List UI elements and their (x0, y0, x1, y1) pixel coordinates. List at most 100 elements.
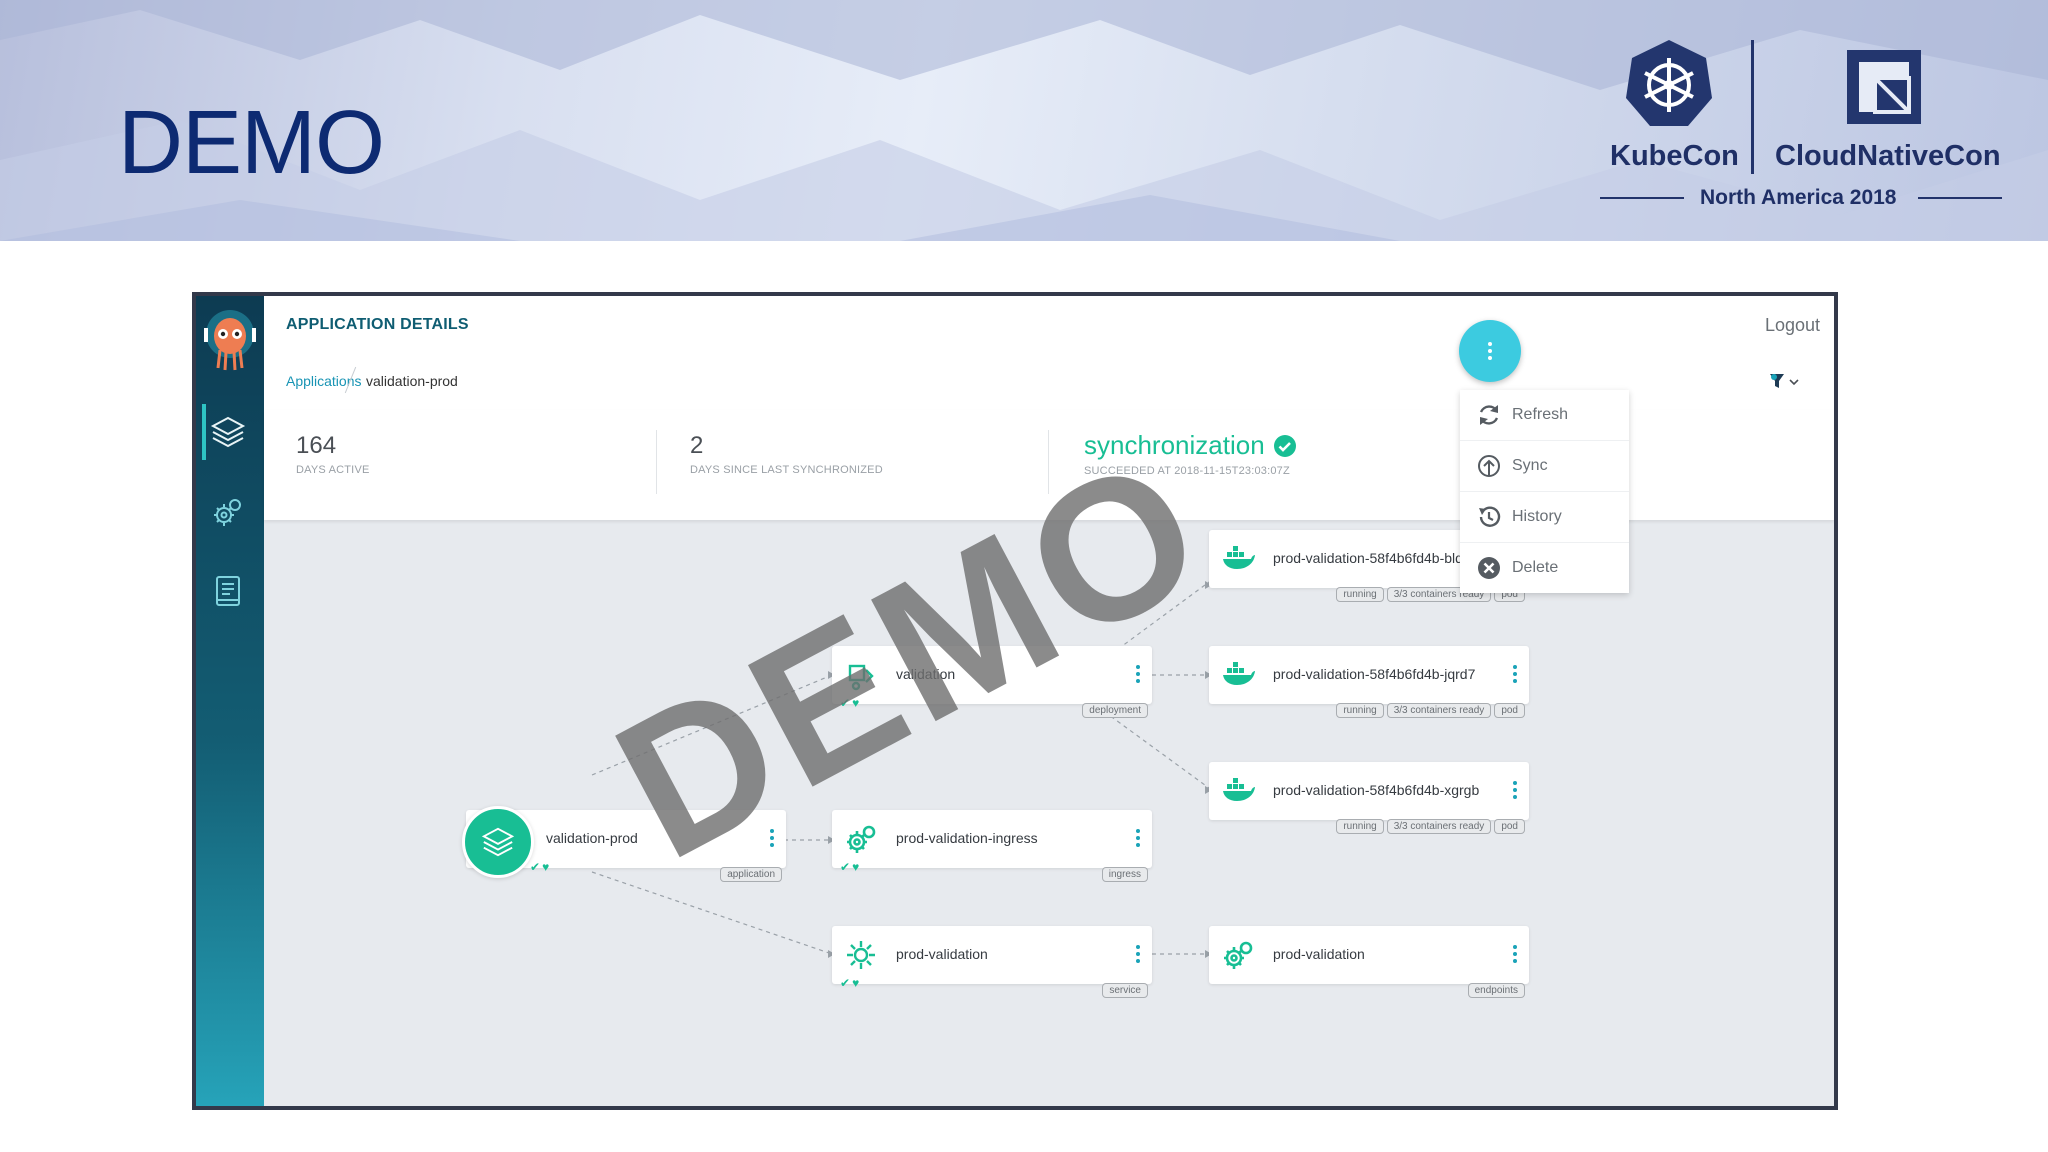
sync-icon (1478, 455, 1500, 477)
graph-node-deployment[interactable]: validation ✔ ♥ deployment (832, 646, 1152, 718)
sync-status-title: synchronization (1084, 430, 1265, 460)
menu-item-delete[interactable]: Delete (1460, 543, 1629, 593)
slide-header: DEMO KubeCon CloudNativeCon North Americ… (0, 0, 2048, 241)
healthy-heart-icon: ♥ (852, 976, 860, 990)
actions-menu: Refresh Sync History Delete (1460, 390, 1629, 593)
sidebar (196, 296, 264, 1106)
service-icon (847, 941, 875, 969)
node-menu-button[interactable] (1513, 665, 1517, 686)
cncf-logo (1847, 50, 1921, 124)
resource-graph: validation-prod ✔ ♥ application validatio… (264, 520, 1834, 1106)
filter-icon (1770, 374, 1799, 388)
synced-check-icon: ✔ (840, 696, 851, 710)
graph-node-pod[interactable]: prod-validation-58f4b6fd4b-jqrd7 running… (1209, 646, 1529, 718)
kubecon-wordmark: KubeCon (1610, 140, 1739, 172)
synced-check-icon: ✔ (840, 976, 851, 990)
sidebar-item-applications[interactable] (208, 412, 248, 452)
region-rule-left (1600, 197, 1684, 199)
health-status-icons: ✔ ♥ (840, 696, 859, 710)
cloudnativecon-wordmark: CloudNativeCon (1775, 140, 2001, 172)
node-tag: running (1336, 703, 1384, 718)
refresh-icon (1479, 405, 1499, 425)
slide-title: DEMO (118, 93, 385, 193)
graph-node-endpoints[interactable]: prod-validation endpoints (1209, 926, 1529, 998)
node-tag: pod (1494, 703, 1525, 718)
node-label: prod-validation (896, 946, 988, 962)
history-icon (1479, 506, 1501, 527)
node-label: prod-validation (1273, 946, 1365, 962)
stat-days-active-caption: DAYS ACTIVE (296, 464, 370, 476)
menu-item-history[interactable]: History (1460, 492, 1629, 543)
sidebar-item-settings[interactable] (208, 492, 248, 532)
stat-divider (1048, 430, 1049, 494)
node-tag: 3/3 containers ready (1386, 703, 1492, 718)
argo-mascot-logo[interactable] (204, 306, 256, 376)
node-tag: application (720, 867, 782, 882)
node-tag: running (1336, 587, 1384, 602)
region-rule-right (1918, 197, 2002, 199)
deployment-icon (848, 664, 874, 691)
kubernetes-logo (1626, 40, 1712, 126)
node-label: prod-validation-58f4b6fd4b-jqrd7 (1273, 666, 1476, 682)
graph-node-ingress[interactable]: prod-validation-ingress ✔ ♥ ingress (832, 810, 1152, 882)
synced-check-icon: ✔ (530, 860, 541, 874)
health-status-icons: ✔ ♥ (530, 860, 549, 874)
node-menu-button[interactable] (1513, 945, 1517, 966)
breadcrumb-current: validation-prod (366, 373, 458, 389)
menu-item-sync[interactable]: Sync (1460, 441, 1629, 492)
node-tag: ingress (1101, 867, 1148, 882)
node-label: prod-validation-ingress (896, 830, 1038, 846)
check-circle-icon (1273, 434, 1296, 457)
edge-app-service (591, 871, 833, 955)
node-menu-button[interactable] (1136, 665, 1140, 686)
filter-dropdown[interactable] (1768, 372, 1800, 397)
node-menu-button[interactable] (1136, 945, 1140, 966)
healthy-heart-icon: ♥ (542, 860, 550, 874)
node-tag: pod (1494, 819, 1525, 834)
actions-menu-button[interactable] (1459, 320, 1521, 382)
menu-item-label: Refresh (1512, 406, 1569, 423)
graph-node-application[interactable]: validation-prod ✔ ♥ application (462, 806, 786, 882)
more-vertical-icon (1488, 342, 1492, 360)
node-tag: endpoints (1467, 983, 1525, 998)
gears-icon (1224, 941, 1253, 969)
health-status-icons: ✔ ♥ (840, 860, 859, 874)
graph-node-service[interactable]: prod-validation ✔ ♥ service (832, 926, 1152, 998)
node-label: validation-prod (546, 830, 638, 846)
node-label: validation (896, 666, 956, 682)
menu-item-label: History (1512, 508, 1562, 525)
node-tag: 3/3 containers ready (1386, 819, 1492, 834)
healthy-heart-icon: ♥ (852, 696, 860, 710)
gears-icon (214, 499, 241, 526)
gears-icon (847, 825, 876, 853)
node-tag: deployment (1082, 703, 1148, 718)
healthy-heart-icon: ♥ (852, 860, 860, 874)
docker-icon (1223, 662, 1255, 685)
graph-node-pod[interactable]: prod-validation-58f4b6fd4b-xgrgb running… (1209, 762, 1529, 834)
brand-divider (1751, 40, 1754, 174)
edge-deployment-pod1 (1072, 581, 1210, 656)
stat-days-since-sync-value: 2 (690, 432, 704, 459)
logout-link[interactable]: Logout (1765, 315, 1820, 336)
docker-icon (1223, 546, 1255, 569)
stat-days-active: 164 DAYS ACTIVE (296, 432, 370, 476)
docker-icon (1223, 778, 1255, 801)
node-menu-button[interactable] (770, 829, 774, 850)
stat-divider (656, 430, 657, 494)
page-title: APPLICATION DETAILS (286, 316, 469, 333)
stat-days-active-value: 164 (296, 432, 337, 459)
menu-item-label: Delete (1512, 559, 1559, 576)
sidebar-active-indicator (202, 404, 206, 460)
edge-app-deployment (591, 674, 833, 776)
node-menu-button[interactable] (1513, 781, 1517, 802)
region-label: North America 2018 (1700, 186, 1897, 209)
node-menu-button[interactable] (1136, 829, 1140, 850)
node-tag: running (1336, 819, 1384, 834)
layers-icon (210, 416, 246, 448)
menu-item-refresh[interactable]: Refresh (1460, 390, 1629, 441)
top-bar: APPLICATION DETAILS Logout (264, 296, 1834, 355)
stat-days-since-sync-caption: DAYS SINCE LAST SYNCHRONIZED (690, 464, 883, 476)
sidebar-item-docs[interactable] (208, 572, 248, 612)
sync-status-caption: SUCCEEDED AT 2018-11-15T23:03:07Z (1084, 465, 1290, 477)
menu-item-label: Sync (1512, 457, 1548, 474)
